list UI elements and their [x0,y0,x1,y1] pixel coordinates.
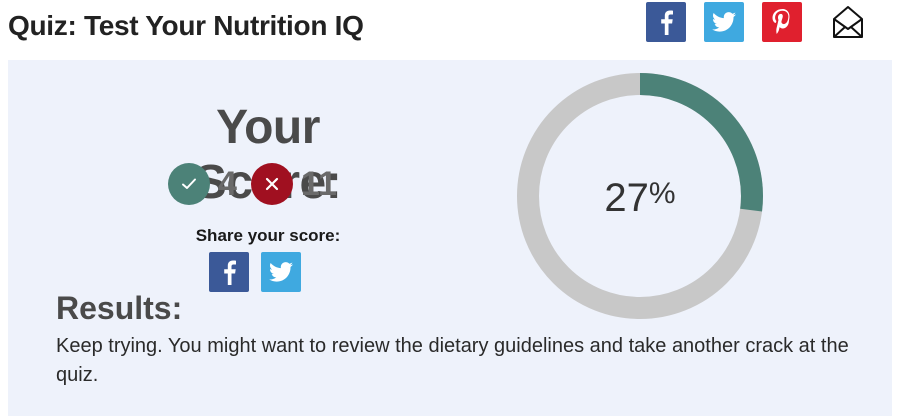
email-share-button[interactable] [830,2,866,42]
score-percent: 27% [516,176,764,221]
incorrect-count: 11 [300,164,337,203]
share-score-bar [209,252,313,292]
email-icon [833,6,863,38]
twitter-score-share-button[interactable] [261,252,301,292]
results-text: Keep trying. You might want to review th… [56,335,849,386]
correct-count: 4 [218,164,237,203]
facebook-share-button[interactable] [646,2,686,42]
quiz-page: Quiz: Test Your Nutrition IQ Your 4 11 S… [0,0,897,416]
correct-badge [168,163,210,205]
twitter-share-button[interactable] [704,2,744,42]
facebook-icon [661,10,673,35]
top-share-bar [646,2,866,42]
facebook-icon [224,260,236,285]
pinterest-icon [772,9,790,34]
score-tally: 4 11 [168,163,351,205]
pinterest-share-button[interactable] [762,2,802,42]
incorrect-badge [250,163,293,205]
check-icon [182,178,196,189]
page-title: Quiz: Test Your Nutrition IQ [8,10,364,41]
share-score-label: Share your score: [195,226,341,245]
close-icon [265,177,279,191]
score-percent-value: 27 [604,176,649,220]
score-panel: Your Score: 4 11 Share your score: [8,60,892,416]
results-heading: Results: [56,290,183,326]
score-percent-sign: % [648,177,676,210]
twitter-icon [712,12,736,32]
facebook-score-share-button[interactable] [209,252,249,292]
twitter-icon [269,262,293,282]
